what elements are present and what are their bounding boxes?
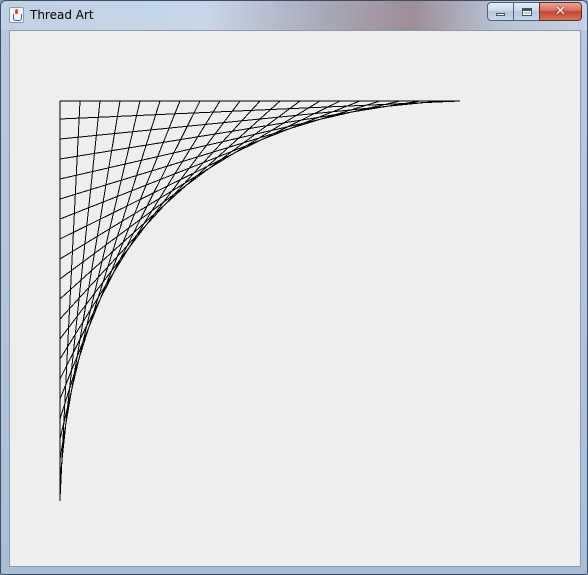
- app-window: Thread Art ✕: [0, 0, 588, 575]
- drawing-panel: [9, 30, 581, 567]
- window-controls: ✕: [487, 2, 582, 21]
- maximize-button[interactable]: [513, 2, 539, 21]
- thread-line: [59, 100, 221, 360]
- close-button[interactable]: ✕: [539, 2, 582, 21]
- window-title: Thread Art: [30, 8, 94, 22]
- title-bar[interactable]: Thread Art ✕: [1, 1, 587, 30]
- thread-line: [59, 100, 161, 420]
- thread-line: [59, 100, 381, 200]
- thread-line: [59, 100, 321, 260]
- thread-line: [59, 100, 341, 240]
- minimize-icon: [496, 13, 505, 16]
- maximize-icon: [521, 7, 532, 16]
- thread-line: [59, 100, 301, 280]
- java-cup-icon[interactable]: [9, 7, 24, 23]
- minimize-button[interactable]: [487, 2, 513, 21]
- close-icon: ✕: [555, 4, 566, 19]
- thread-line: [59, 100, 261, 320]
- thread-line: [59, 100, 121, 460]
- thread-art-canvas: [59, 100, 461, 501]
- thread-line: [59, 100, 361, 220]
- thread-line: [59, 100, 281, 300]
